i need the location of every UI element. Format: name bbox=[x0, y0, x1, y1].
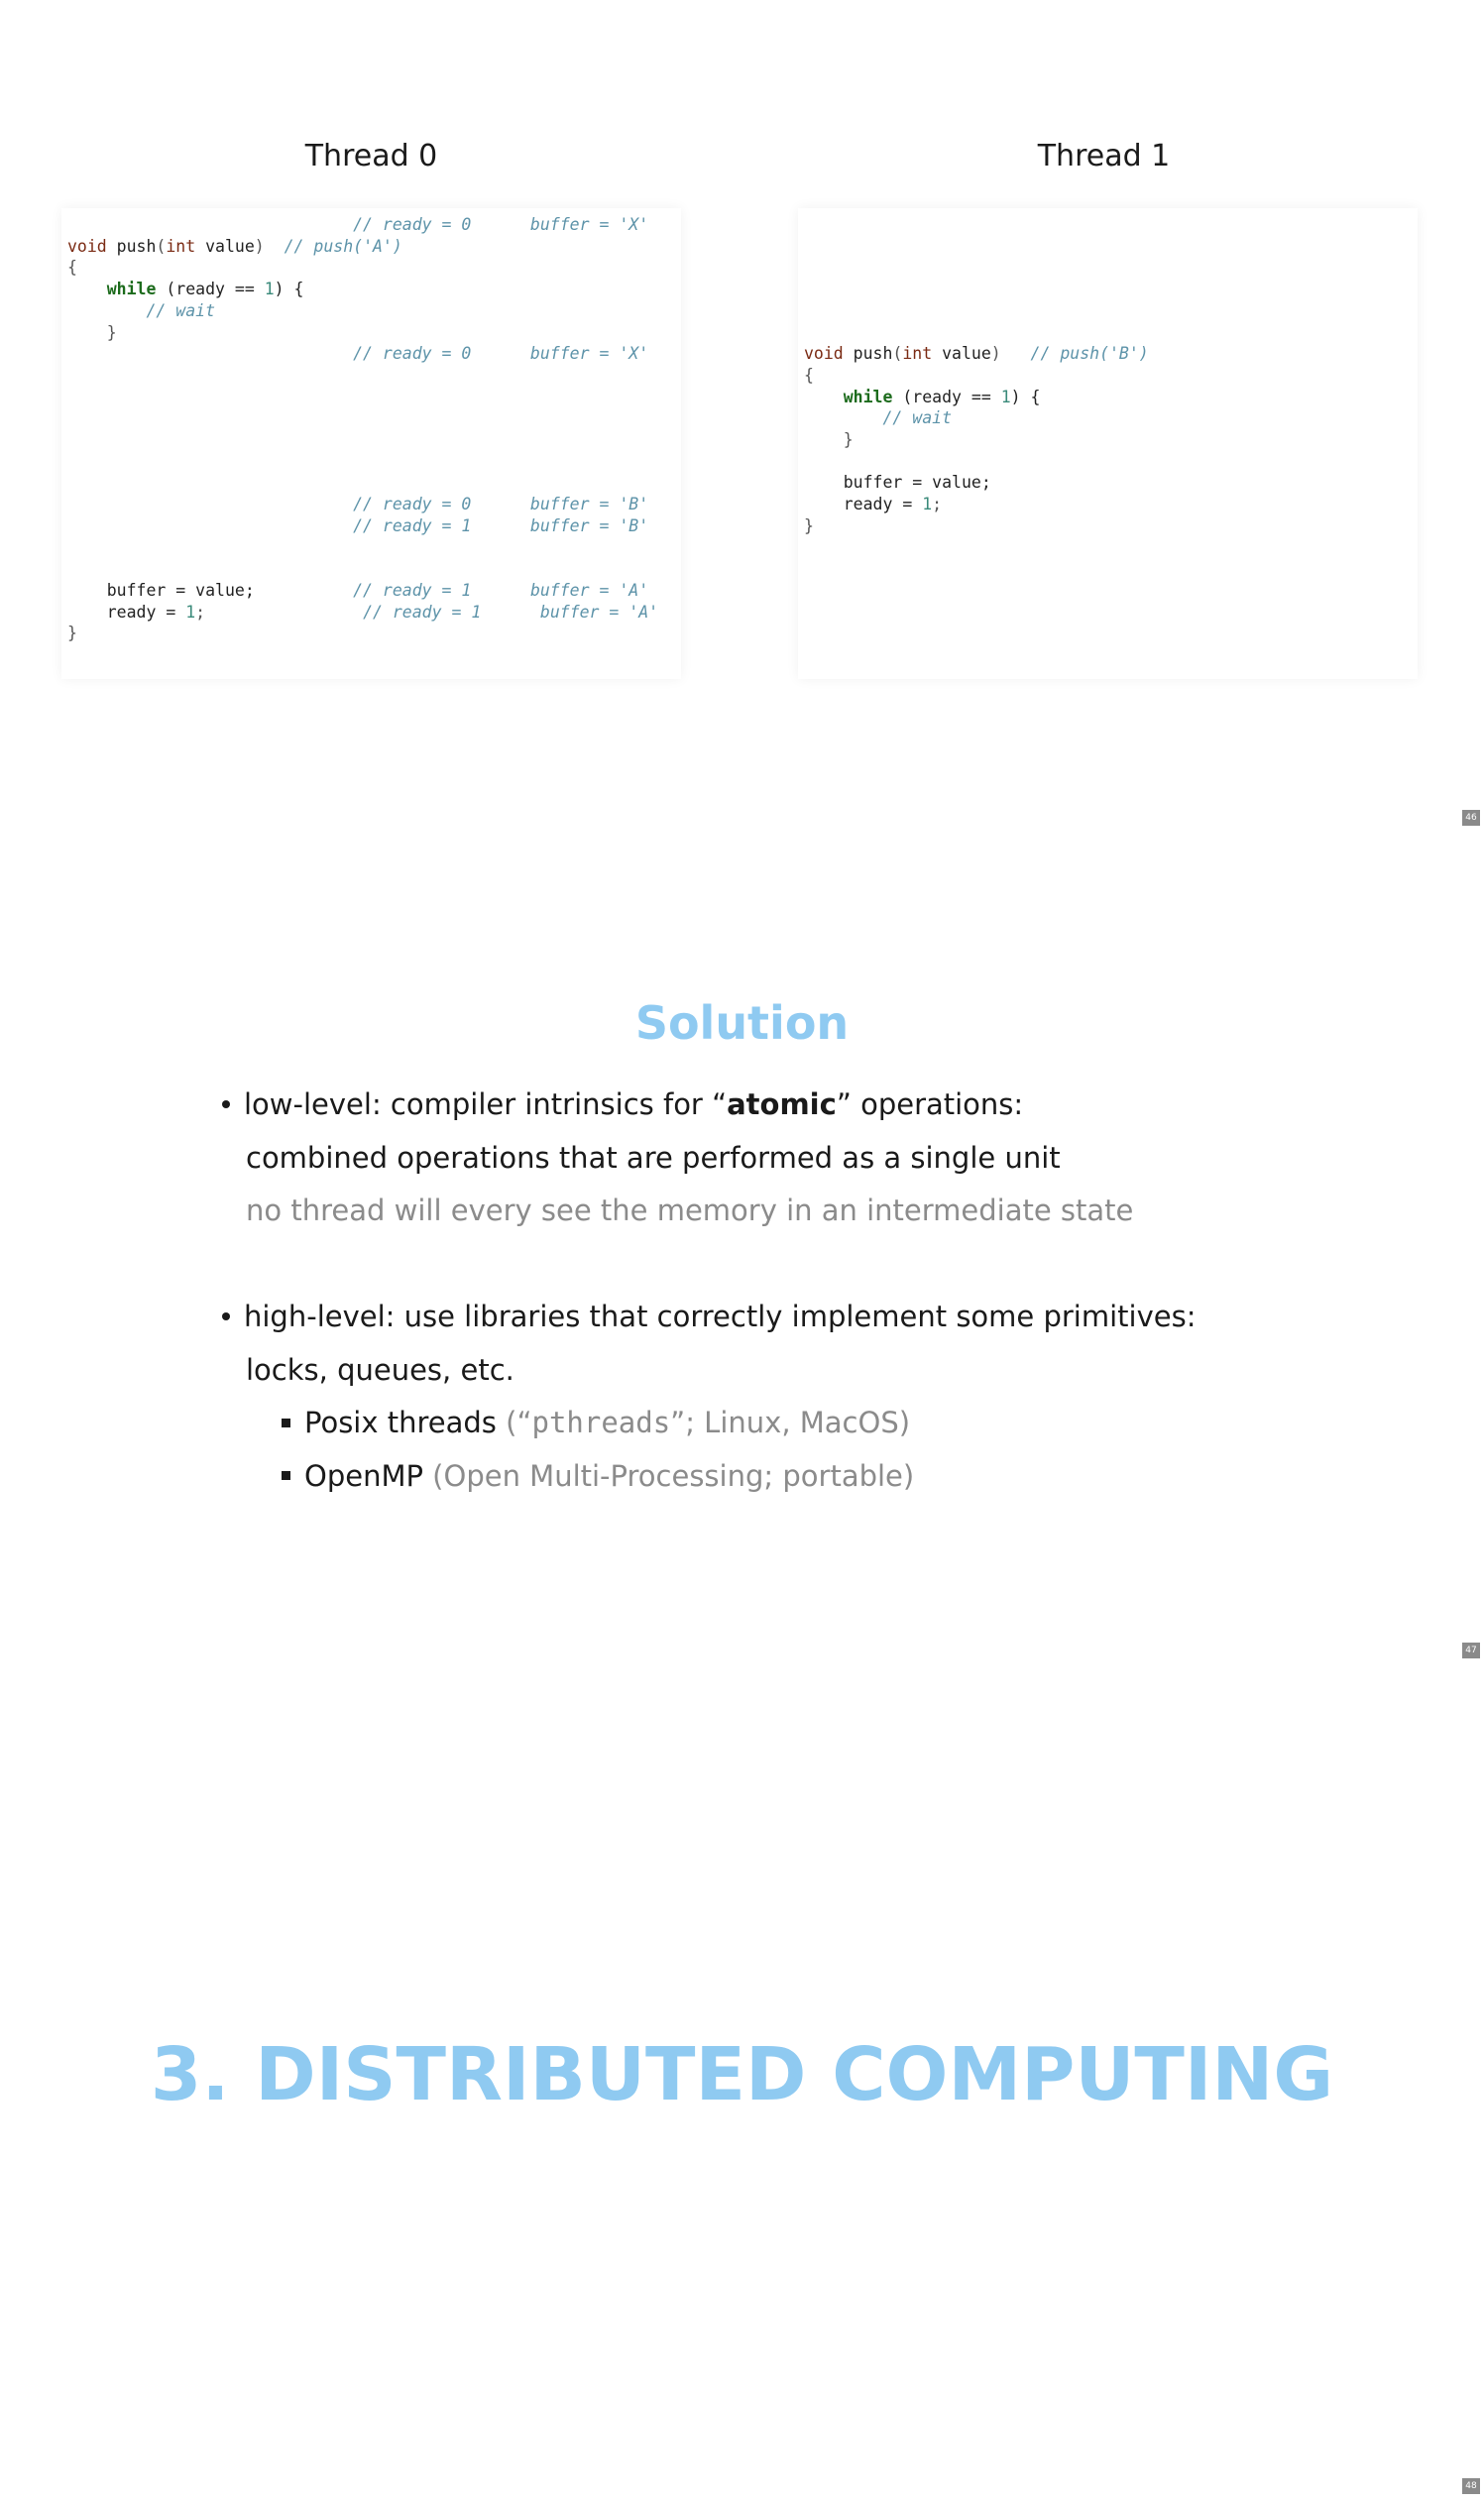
section-title: 3. DISTRIBUTED COMPUTING bbox=[150, 2032, 1334, 2117]
code-comment: // wait bbox=[882, 408, 953, 428]
bullet-low-level: low-level: compiler intrinsics for “atom… bbox=[220, 1079, 1261, 1132]
bullet-note: no thread will every see the memory in a… bbox=[246, 1194, 1134, 1227]
slide-47: Solution low-level: compiler intrinsics … bbox=[0, 833, 1484, 1665]
bullet-dot-icon bbox=[222, 1100, 230, 1108]
code-comment: // ready = 0 bbox=[353, 215, 472, 234]
thread-0-code-box: // ready = 0 buffer = 'X' void push(int … bbox=[61, 208, 681, 679]
bullet-high-level: high-level: use libraries that correctly… bbox=[220, 1291, 1261, 1344]
code-comment: // ready = 1 bbox=[353, 580, 472, 600]
bullet-dot-icon bbox=[222, 1312, 230, 1320]
code-keyword: void bbox=[67, 236, 107, 256]
code-comment: buffer = 'X' bbox=[529, 344, 649, 364]
thread-1-code: void push(int value) // push('B') { whil… bbox=[804, 344, 1149, 535]
page-number-47: 47 bbox=[1462, 1643, 1480, 1658]
slide-48: 3. DISTRIBUTED COMPUTING 48 bbox=[0, 1665, 1484, 2503]
thread-0-title: Thread 0 bbox=[304, 139, 438, 173]
sub-bullet-openmp: OpenMP (Open Multi-Processing; portable) bbox=[216, 1450, 1261, 1504]
code-comment: buffer = 'B' bbox=[529, 515, 649, 535]
bullet-text: locks, queues, etc. bbox=[246, 1352, 514, 1387]
code-comment: // push('B') bbox=[1030, 344, 1149, 364]
thread-0-code: // ready = 0 buffer = 'X' void push(int … bbox=[67, 215, 659, 643]
code-comment: // ready = 0 bbox=[353, 495, 472, 514]
thread-1-code-box: void push(int value) // push('B') { whil… bbox=[798, 208, 1418, 679]
slide-46: Thread 0 Thread 1 // ready = 0 buffer = … bbox=[0, 0, 1484, 833]
page-number-48: 48 bbox=[1462, 2478, 1480, 2494]
code-comment: // ready = 1 bbox=[353, 515, 472, 535]
code-comment: // ready = 0 bbox=[353, 344, 472, 364]
code-keyword: int bbox=[902, 344, 933, 364]
code-comment: // wait bbox=[146, 300, 216, 320]
sub-bullet-pthreads: Posix threads (“pthreads”; Linux, MacOS) bbox=[216, 1397, 1261, 1450]
code-keyword: while bbox=[106, 280, 157, 299]
page-number-46: 46 bbox=[1462, 810, 1480, 826]
code-comment: buffer = 'A' bbox=[529, 580, 649, 600]
code-comment: // ready = 1 bbox=[363, 602, 482, 622]
slide-title: Solution bbox=[634, 996, 850, 1050]
square-bullet-icon bbox=[282, 1418, 290, 1427]
code-comment: buffer = 'B' bbox=[529, 495, 649, 514]
code-keyword: while bbox=[843, 387, 893, 406]
square-bullet-icon bbox=[282, 1471, 290, 1480]
code-keyword: void bbox=[804, 344, 844, 364]
bullet-text: combined operations that are performed a… bbox=[246, 1140, 1061, 1175]
code-comment: buffer = 'X' bbox=[529, 215, 649, 234]
code-keyword: int bbox=[166, 236, 196, 256]
thread-1-title: Thread 1 bbox=[1037, 139, 1171, 173]
code-comment: // push('A') bbox=[284, 236, 402, 256]
bullet-list: low-level: compiler intrinsics for “atom… bbox=[220, 1079, 1261, 1503]
code-comment: buffer = 'A' bbox=[539, 602, 659, 622]
